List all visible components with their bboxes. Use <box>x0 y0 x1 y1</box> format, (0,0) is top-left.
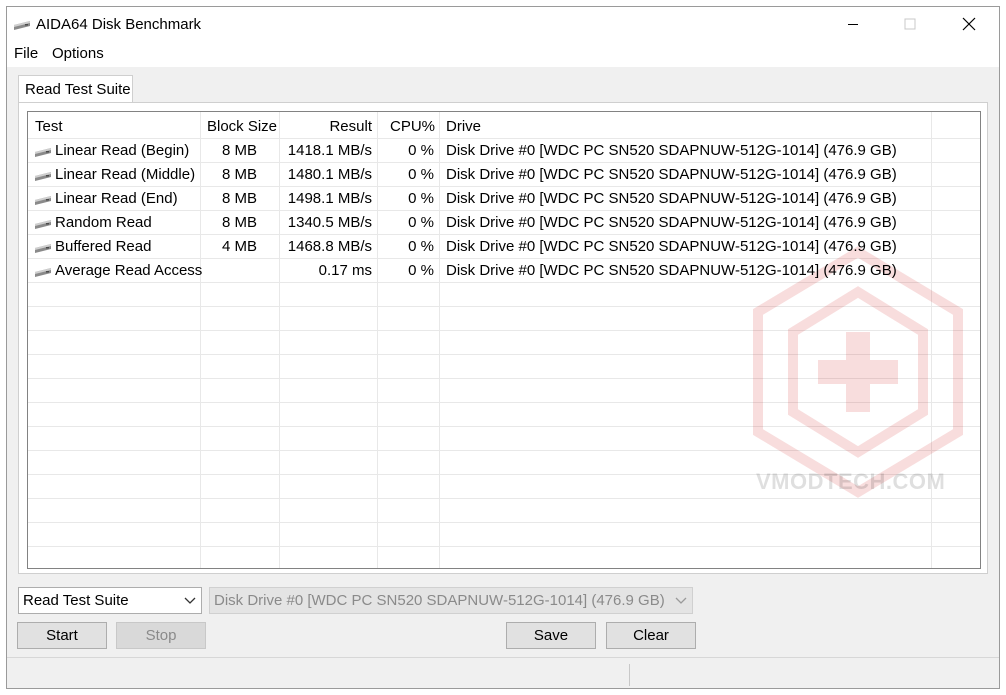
cell-result: 1480.1 MB/s <box>287 166 372 183</box>
cell-block-size: 8 MB <box>221 166 257 183</box>
minimize-button[interactable] <box>831 7 875 41</box>
chevron-down-icon <box>675 597 687 604</box>
menu-file[interactable]: File <box>14 45 38 62</box>
cell-cpu: 0 % <box>408 142 434 159</box>
header-cpu[interactable]: CPU% <box>383 118 435 135</box>
disk-drive-icon <box>35 220 51 229</box>
table-row[interactable]: Random Read 8 MB 1340.5 MB/s 0 % Disk Dr… <box>28 211 980 235</box>
table-row[interactable]: Buffered Read 4 MB 1468.8 MB/s 0 % Disk … <box>28 235 980 259</box>
table-row[interactable]: Linear Read (Begin) 8 MB 1418.1 MB/s 0 %… <box>28 139 980 163</box>
disk-drive-icon <box>35 268 51 277</box>
clear-button[interactable]: Clear <box>606 622 696 649</box>
header-result[interactable]: Result <box>286 118 372 135</box>
tab-panel: VMODTECH.COM Test Block Size Result CPU%… <box>18 102 988 574</box>
disk-drive-icon <box>35 148 51 157</box>
cell-cpu: 0 % <box>408 262 434 279</box>
cell-test: Average Read Access <box>55 262 203 279</box>
cell-cpu: 0 % <box>408 238 434 255</box>
cell-drive: Disk Drive #0 [WDC PC SN520 SDAPNUW-512G… <box>446 214 897 231</box>
window-title: AIDA64 Disk Benchmark <box>36 16 202 33</box>
table-row[interactable]: Average Read Access 0.17 ms 0 % Disk Dri… <box>28 259 980 283</box>
cell-test: Random Read <box>55 214 152 231</box>
header-test[interactable]: Test <box>35 118 63 135</box>
table-row[interactable]: Linear Read (Middle) 8 MB 1480.1 MB/s 0 … <box>28 163 980 187</box>
save-button[interactable]: Save <box>506 622 596 649</box>
cell-block-size: 8 MB <box>221 142 257 159</box>
cell-result: 1468.8 MB/s <box>287 238 372 255</box>
disk-drive-icon <box>14 21 30 30</box>
close-button[interactable] <box>947 7 991 41</box>
cell-block-size: 4 MB <box>221 238 257 255</box>
cell-test: Linear Read (End) <box>55 190 178 207</box>
tab-read-test-suite[interactable]: Read Test Suite <box>18 75 133 103</box>
header-block-size[interactable]: Block Size <box>207 118 277 135</box>
status-bar <box>7 657 999 688</box>
start-button[interactable]: Start <box>17 622 107 649</box>
minimize-icon <box>848 24 858 25</box>
cell-cpu: 0 % <box>408 190 434 207</box>
cell-test: Linear Read (Begin) <box>55 142 190 159</box>
maximize-icon <box>904 18 916 30</box>
cell-cpu: 0 % <box>408 214 434 231</box>
drive-select[interactable]: Disk Drive #0 [WDC PC SN520 SDAPNUW-512G… <box>209 587 693 614</box>
cell-drive: Disk Drive #0 [WDC PC SN520 SDAPNUW-512G… <box>446 142 897 159</box>
test-suite-select-value: Read Test Suite <box>23 592 129 609</box>
cell-drive: Disk Drive #0 [WDC PC SN520 SDAPNUW-512G… <box>446 190 897 207</box>
disk-drive-icon <box>35 244 51 253</box>
maximize-button[interactable] <box>888 7 932 41</box>
menu-bar: File Options <box>7 41 999 67</box>
cell-test: Buffered Read <box>55 238 152 255</box>
cell-result: 1340.5 MB/s <box>287 214 372 231</box>
watermark-text: VMODTECH.COM <box>756 469 946 494</box>
cell-result: 1418.1 MB/s <box>287 142 372 159</box>
status-separator <box>629 664 630 686</box>
cell-result: 0.17 ms <box>318 262 372 279</box>
cell-cpu: 0 % <box>408 166 434 183</box>
disk-drive-icon <box>35 196 51 205</box>
cell-block-size: 8 MB <box>221 190 257 207</box>
stop-button[interactable]: Stop <box>116 622 206 649</box>
benchmark-window: AIDA64 Disk Benchmark File Options Read … <box>6 6 1000 689</box>
disk-drive-icon <box>35 172 51 181</box>
header-drive[interactable]: Drive <box>446 118 481 135</box>
cell-test: Linear Read (Middle) <box>55 166 196 183</box>
results-table[interactable]: VMODTECH.COM Test Block Size Result CPU%… <box>27 111 981 569</box>
cell-drive: Disk Drive #0 [WDC PC SN520 SDAPNUW-512G… <box>446 238 897 255</box>
chevron-down-icon <box>184 597 196 604</box>
test-suite-select[interactable]: Read Test Suite <box>18 587 202 614</box>
title-bar: AIDA64 Disk Benchmark <box>7 7 999 41</box>
cell-drive: Disk Drive #0 [WDC PC SN520 SDAPNUW-512G… <box>446 166 897 183</box>
drive-select-value: Disk Drive #0 [WDC PC SN520 SDAPNUW-512G… <box>214 592 665 609</box>
table-row[interactable]: Linear Read (End) 8 MB 1498.1 MB/s 0 % D… <box>28 187 980 211</box>
menu-options[interactable]: Options <box>52 45 104 62</box>
cell-drive: Disk Drive #0 [WDC PC SN520 SDAPNUW-512G… <box>446 262 897 279</box>
cell-result: 1498.1 MB/s <box>287 190 372 207</box>
cell-block-size: 8 MB <box>221 214 257 231</box>
close-icon <box>962 17 976 31</box>
